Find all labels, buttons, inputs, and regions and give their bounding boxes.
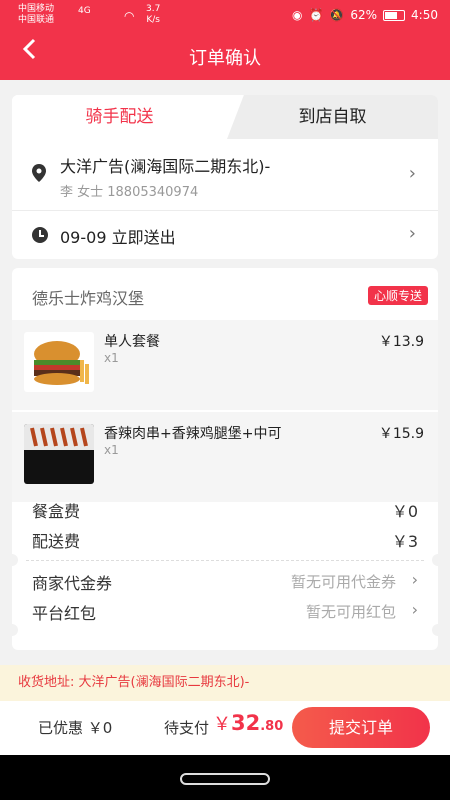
address-contact: 李 女士 18805340974 — [60, 185, 199, 200]
ticket-notch — [12, 624, 18, 636]
box-fee-label: 餐盒费 — [32, 502, 81, 521]
home-indicator[interactable] — [180, 773, 270, 785]
clock-icon — [32, 227, 48, 243]
app-header: 中国移动 中国联通 4G ◠ 3.7 K/s ◉ ⏰ 🔕 62% 4:50 订单… — [0, 0, 450, 80]
divider — [26, 560, 424, 561]
address-strip-label: 收货地址: — [18, 675, 75, 690]
merchant-coupon-label: 商家代金券 — [32, 574, 113, 593]
to-pay-label: 待支付 — [164, 719, 210, 737]
chevron-right-icon: › — [411, 570, 418, 589]
chevron-right-icon: › — [408, 223, 416, 244]
submit-order-button[interactable]: 提交订单 — [292, 707, 430, 748]
order-item: 单人套餐 x1 ￥13.9 — [12, 320, 438, 410]
battery-percent: 62% — [350, 8, 378, 22]
alarm-icon: ⏰ — [308, 8, 324, 22]
carrier-primary: 中国移动 — [18, 4, 55, 14]
address-row[interactable]: 大洋广告(澜海国际二期东北)- 李 女士 18805340974 › — [12, 139, 438, 211]
clock-time: 4:50 — [411, 8, 438, 22]
merchant-coupon-value: 暂无可用代金券 — [290, 573, 396, 591]
speed-value: 3.7 — [146, 4, 161, 14]
order-card: 德乐士炸鸡汉堡 心顺专送 单人套餐 x1 ￥13.9 香辣肉串+香辣鸡腿堡+中可… — [12, 268, 438, 650]
delivery-address-strip: 收货地址: 大洋广告(澜海国际二期东北)- — [0, 665, 450, 701]
amount-integer: 32 — [231, 711, 261, 735]
platform-redpacket-label: 平台红包 — [32, 604, 97, 623]
item-quantity: x1 — [104, 443, 119, 457]
shop-name: 德乐士炸鸡汉堡 — [32, 289, 145, 308]
delivery-time-row[interactable]: 09-09 立即送出 › — [12, 211, 438, 259]
item-price: ￥15.9 — [378, 426, 424, 442]
checkout-bar: 已优惠 ￥0 待支付 ￥32.80 提交订单 — [0, 701, 450, 755]
eye-icon: ◉ — [291, 8, 303, 22]
speed-unit: K/s — [146, 15, 160, 25]
currency-symbol: ￥ — [213, 714, 231, 735]
amount-decimal: .80 — [260, 719, 284, 734]
delivery-fee-label: 配送费 — [32, 532, 81, 551]
delivery-tabs: 骑手配送 到店自取 — [12, 95, 438, 139]
tab-store-pickup[interactable]: 到店自取 — [227, 95, 438, 139]
delivery-time: 09-09 立即送出 — [60, 228, 176, 247]
network-speed: 3.7 K/s — [146, 4, 160, 26]
total-amount: ￥32.80 — [213, 710, 283, 736]
delivery-card: 骑手配送 到店自取 大洋广告(澜海国际二期东北)- 李 女士 188053409… — [12, 95, 438, 259]
chevron-right-icon: › — [411, 600, 418, 619]
ticket-notch — [432, 554, 438, 566]
system-nav-bar — [0, 755, 450, 800]
network-type: 4G — [78, 6, 91, 16]
location-pin-icon — [32, 164, 46, 182]
box-fee-value: ￥0 — [391, 502, 418, 521]
battery-icon — [383, 9, 406, 21]
discount-text: 已优惠 ￥0 — [38, 719, 113, 737]
order-item: 香辣肉串+香辣鸡腿堡+中可 x1 ￥15.9 — [12, 412, 438, 502]
wifi-icon: ◠ — [124, 9, 135, 23]
ticket-notch — [432, 624, 438, 636]
item-quantity: x1 — [104, 351, 119, 365]
chevron-right-icon: › — [408, 163, 416, 184]
status-bar: 中国移动 中国联通 4G ◠ 3.7 K/s ◉ ⏰ 🔕 62% 4:50 — [0, 0, 450, 30]
tab-rider-delivery[interactable]: 骑手配送 — [12, 95, 227, 139]
carrier-secondary: 中国联通 — [18, 15, 55, 25]
platform-redpacket-value: 暂无可用红包 — [305, 603, 396, 621]
address-strip-value: 大洋广告(澜海国际二期东北)- — [78, 675, 250, 690]
status-right: ◉ ⏰ 🔕 62% 4:50 — [292, 8, 438, 22]
carrier-info: 中国移动 中国联通 — [18, 4, 54, 26]
mute-icon: 🔕 — [329, 8, 345, 22]
page-title: 订单确认 — [189, 48, 261, 69]
item-price: ￥13.9 — [378, 334, 424, 350]
item-name: 单人套餐 — [104, 334, 160, 350]
burger-image — [24, 332, 94, 392]
skewers-image — [24, 424, 94, 484]
ticket-notch — [12, 554, 18, 566]
delivery-badge: 心顺专送 — [367, 286, 428, 305]
item-name: 香辣肉串+香辣鸡腿堡+中可 — [104, 426, 282, 442]
delivery-fee-value: ￥3 — [391, 532, 418, 551]
address-main: 大洋广告(澜海国际二期东北)- — [60, 157, 271, 176]
